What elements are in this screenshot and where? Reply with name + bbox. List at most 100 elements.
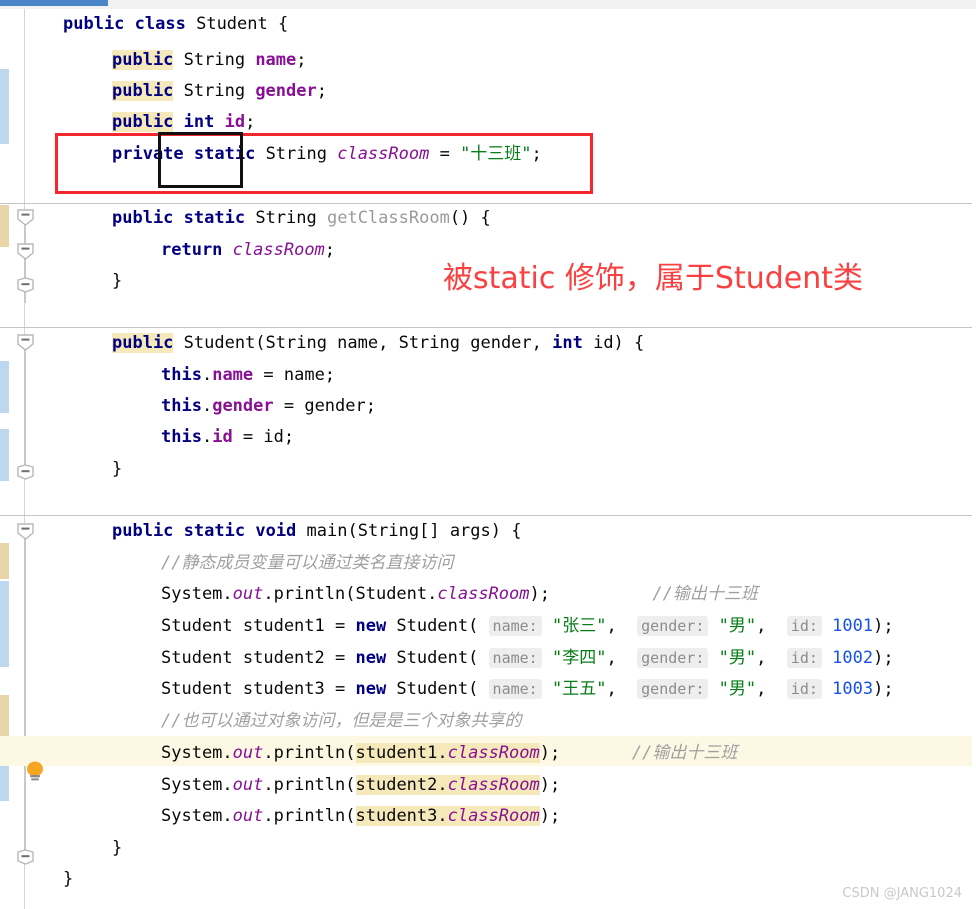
- code-line[interactable]: public Student(String name, String gende…: [112, 328, 644, 358]
- code-token: System.: [161, 806, 233, 826]
- code-token: );: [529, 584, 550, 604]
- code-fold-marker[interactable]: [17, 849, 34, 866]
- gutter-change-marker[interactable]: [0, 205, 9, 247]
- code-token: gender:: [637, 648, 709, 668]
- code-line[interactable]: this.name = name;: [161, 360, 335, 390]
- code-line[interactable]: System.out.println(student3.classRoom);: [161, 801, 560, 831]
- code-line[interactable]: Student student3 = new Student( name: "王…: [161, 674, 894, 704]
- gutter-change-marker[interactable]: [0, 581, 9, 667]
- code-token: ,: [606, 679, 638, 699]
- gutter-change-marker[interactable]: [0, 69, 9, 144]
- code-line[interactable]: //也可以通过对象访问，但是是三个对象共享的: [161, 706, 521, 736]
- code-token: student2.: [355, 775, 448, 795]
- code-token: out: [232, 743, 264, 763]
- lightbulb-icon[interactable]: [24, 760, 46, 784]
- code-token: .: [201, 365, 213, 385]
- code-token: }: [112, 459, 123, 479]
- watermark-text: CSDN @JANG1024: [842, 886, 962, 901]
- code-line[interactable]: }: [112, 833, 122, 863]
- code-token: //输出十三班: [652, 584, 758, 604]
- code-token: gender: [255, 81, 317, 101]
- code-token: id: [212, 427, 233, 447]
- code-line[interactable]: //静态成员变量可以通过类名直接访问: [161, 548, 453, 578]
- code-token: = id;: [232, 427, 295, 447]
- code-token: public: [112, 521, 174, 541]
- code-fold-marker[interactable]: [17, 334, 34, 351]
- code-token: gender:: [637, 616, 709, 636]
- code-token: Student(: [386, 616, 489, 636]
- code-line[interactable]: public class Student {: [63, 9, 288, 39]
- code-token: ,: [756, 679, 787, 699]
- code-token: int: [552, 333, 583, 353]
- code-token: new: [355, 616, 387, 636]
- code-line[interactable]: this.gender = gender;: [161, 391, 376, 421]
- gutter-change-marker[interactable]: [0, 361, 9, 413]
- code-token: "男": [718, 616, 757, 636]
- code-token: static: [183, 208, 246, 228]
- code-token: this: [161, 427, 202, 447]
- code-token: "张三": [551, 616, 607, 636]
- code-token: //静态成员变量可以通过类名直接访问: [161, 553, 454, 573]
- code-token: id) {: [582, 333, 645, 353]
- code-token: name: [212, 365, 254, 385]
- code-token: ,: [756, 616, 787, 636]
- code-line[interactable]: public String gender;: [112, 76, 327, 106]
- code-token: "男": [718, 648, 757, 668]
- code-token: id:: [786, 616, 822, 636]
- code-fold-marker[interactable]: [17, 523, 34, 540]
- code-token: System.: [161, 743, 233, 763]
- code-line[interactable]: System.out.println(student2.classRoom);: [161, 770, 560, 800]
- code-token: String: [173, 50, 256, 70]
- code-fold-marker[interactable]: [17, 243, 34, 260]
- gutter-change-marker[interactable]: [0, 429, 9, 481]
- code-line[interactable]: }: [112, 454, 122, 484]
- code-token: "王五": [551, 679, 607, 699]
- code-line[interactable]: }: [63, 864, 73, 894]
- code-line[interactable]: public String name;: [112, 45, 307, 75]
- code-token: ,: [606, 616, 638, 636]
- code-token: }: [63, 869, 74, 889]
- code-token: Student student3 =: [161, 679, 356, 699]
- code-line[interactable]: public static void main(String[] args) {: [112, 516, 521, 546]
- code-line[interactable]: return classRoom;: [161, 235, 335, 265]
- code-token: Student(String name, String gender,: [173, 333, 553, 353]
- code-token: ;: [245, 112, 256, 132]
- code-fold-marker[interactable]: [17, 277, 34, 294]
- code-line[interactable]: System.out.println(student1.classRoom); …: [161, 738, 737, 768]
- code-token: classRoom: [447, 775, 540, 795]
- gutter-change-marker[interactable]: [0, 543, 9, 579]
- code-line[interactable]: Student student1 = new Student( name: "张…: [161, 611, 894, 641]
- code-token: ;: [316, 81, 327, 101]
- code-token: //输出十三班: [631, 743, 738, 763]
- code-token: gender: [212, 396, 274, 416]
- code-token: 1003: [832, 679, 874, 699]
- code-token: );: [873, 648, 894, 668]
- chinese-annotation-text: 被static 修饰，属于Student类: [443, 261, 863, 296]
- code-token: name:: [488, 679, 542, 699]
- code-fold-marker[interactable]: [17, 464, 34, 481]
- code-line[interactable]: this.id = id;: [161, 422, 294, 452]
- code-line[interactable]: Student student2 = new Student( name: "李…: [161, 643, 894, 673]
- code-token: gender:: [637, 679, 709, 699]
- gutter-change-marker[interactable]: [0, 695, 9, 739]
- code-line[interactable]: }: [112, 266, 122, 296]
- code-token: void: [255, 521, 297, 541]
- code-token: public: [112, 112, 174, 132]
- active-tab-indicator[interactable]: [0, 0, 108, 6]
- code-line[interactable]: public static String getClassRoom() {: [112, 203, 491, 233]
- code-fold-marker[interactable]: [17, 209, 34, 226]
- code-line[interactable]: System.out.println(Student.classRoom); /…: [161, 579, 758, 609]
- code-token: new: [355, 648, 387, 668]
- red-annotation-box: [55, 133, 593, 194]
